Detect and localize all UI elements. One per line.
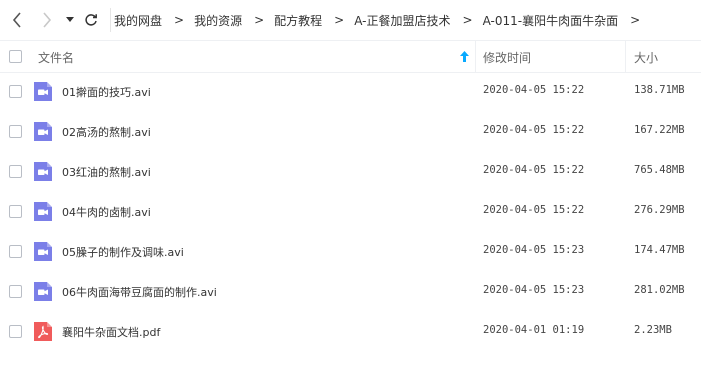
row-checkbox[interactable] (9, 125, 22, 138)
row-checkbox[interactable] (9, 165, 22, 178)
video-file-icon (34, 202, 52, 221)
file-size: 2.23MB (634, 324, 672, 336)
file-modified-time: 2020-04-05 15:22 (483, 164, 585, 176)
column-divider[interactable] (625, 41, 626, 72)
video-file-icon (34, 282, 52, 301)
file-name[interactable]: 03红油的熬制.avi (62, 164, 151, 180)
row-checkbox[interactable] (9, 325, 22, 338)
file-modified-time: 2020-04-05 15:22 (483, 124, 585, 136)
column-header-size[interactable]: 大小 (634, 49, 658, 66)
file-name[interactable]: 06牛肉面海带豆腐面的制作.avi (62, 284, 217, 300)
breadcrumb-item[interactable]: 我的网盘 (114, 12, 162, 29)
breadcrumb-separator: > (334, 13, 345, 27)
file-modified-time: 2020-04-01 01:19 (483, 324, 585, 336)
file-modified-time: 2020-04-05 15:23 (483, 284, 585, 296)
file-size: 765.48MB (634, 164, 685, 176)
file-size: 281.02MB (634, 284, 685, 296)
file-name[interactable]: 05臊子的制作及调味.avi (62, 244, 184, 260)
file-size: 174.47MB (634, 244, 685, 256)
file-size: 167.22MB (634, 124, 685, 136)
file-row[interactable]: 03红油的熬制.avi 2020-04-05 15:22 765.48MB (0, 151, 701, 191)
row-checkbox[interactable] (9, 245, 22, 258)
history-dropdown[interactable] (64, 10, 76, 30)
breadcrumb-item[interactable]: 我的资源 (194, 12, 242, 29)
file-modified-time: 2020-04-05 15:23 (483, 244, 585, 256)
breadcrumb-item[interactable]: 配方教程 (274, 12, 322, 29)
refresh-button[interactable] (82, 10, 100, 30)
file-name[interactable]: 02高汤的熬制.avi (62, 124, 151, 140)
row-checkbox[interactable] (9, 85, 22, 98)
breadcrumb-separator: > (174, 13, 185, 27)
file-row[interactable]: 襄阳牛杂面文档.pdf 2020-04-01 01:19 2.23MB (0, 311, 701, 351)
file-size: 276.29MB (634, 204, 685, 216)
video-file-icon (34, 82, 52, 101)
file-modified-time: 2020-04-05 15:22 (483, 84, 585, 96)
chevron-right-icon (43, 12, 52, 28)
file-name[interactable]: 襄阳牛杂面文档.pdf (62, 324, 160, 340)
column-header-name[interactable]: 文件名 (38, 49, 74, 66)
file-size: 138.71MB (634, 84, 685, 96)
breadcrumb-item[interactable]: A-011-襄阳牛肉面牛杂面 (483, 12, 619, 29)
file-name[interactable]: 01擀面的技巧.avi (62, 84, 151, 100)
file-row[interactable]: 05臊子的制作及调味.avi 2020-04-05 15:23 174.47MB (0, 231, 701, 271)
refresh-icon (85, 14, 97, 26)
video-file-icon (34, 242, 52, 261)
pdf-file-icon (34, 322, 52, 341)
breadcrumb: 我的网盘 > 我的资源 > 配方教程 > A-正餐加盟店技术 > A-011-襄… (114, 0, 650, 40)
breadcrumb-separator: > (630, 13, 641, 27)
column-divider[interactable] (475, 41, 476, 72)
toolbar-divider (110, 8, 111, 32)
row-checkbox[interactable] (9, 285, 22, 298)
back-button[interactable] (8, 10, 26, 30)
video-file-icon (34, 122, 52, 141)
caret-down-icon (66, 17, 74, 22)
file-row[interactable]: 04牛肉的卤制.avi 2020-04-05 15:22 276.29MB (0, 191, 701, 231)
file-list-header: 文件名 修改时间 大小 (0, 40, 701, 73)
sort-ascending-icon[interactable] (460, 51, 469, 62)
file-modified-time: 2020-04-05 15:22 (483, 204, 585, 216)
select-all-checkbox[interactable] (9, 50, 22, 63)
file-row[interactable]: 01擀面的技巧.avi 2020-04-05 15:22 138.71MB (0, 71, 701, 111)
chevron-left-icon (12, 12, 21, 28)
file-name[interactable]: 04牛肉的卤制.avi (62, 204, 151, 220)
breadcrumb-separator: > (462, 13, 473, 27)
column-header-modified[interactable]: 修改时间 (483, 49, 531, 66)
file-row[interactable]: 02高汤的熬制.avi 2020-04-05 15:22 167.22MB (0, 111, 701, 151)
breadcrumb-separator: > (254, 13, 265, 27)
breadcrumb-item[interactable]: A-正餐加盟店技术 (354, 12, 450, 29)
forward-button[interactable] (38, 10, 56, 30)
row-checkbox[interactable] (9, 205, 22, 218)
video-file-icon (34, 162, 52, 181)
toolbar: 我的网盘 > 我的资源 > 配方教程 > A-正餐加盟店技术 > A-011-襄… (0, 0, 701, 40)
file-row[interactable]: 06牛肉面海带豆腐面的制作.avi 2020-04-05 15:23 281.02M… (0, 271, 701, 311)
